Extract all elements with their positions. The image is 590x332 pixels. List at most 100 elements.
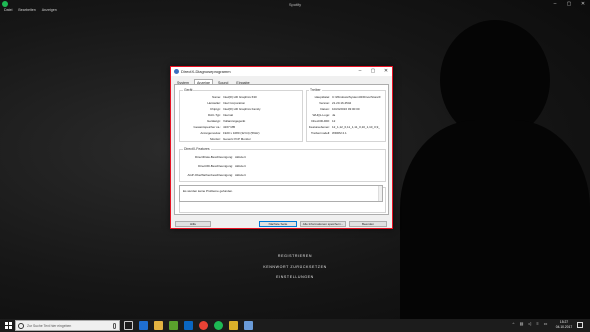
driver-info-value: 12_1,12_0,11_1,11_0,10_1,10_0,9_ bbox=[332, 125, 380, 129]
feature-row: DirectDraw-Beschleunigung: Aktiviert bbox=[177, 155, 246, 159]
file-explorer-icon[interactable] bbox=[154, 321, 163, 330]
menu-item-bearbeiten[interactable]: Bearbeiten bbox=[18, 8, 35, 12]
directx-taskbar-icon[interactable] bbox=[244, 321, 253, 330]
device-info-key: Anzeigemodus: bbox=[200, 131, 221, 135]
device-info-value: Intel(R) HD Graphics Family bbox=[223, 107, 261, 111]
clock-date: 04.10.2017 bbox=[555, 325, 573, 329]
dialog-close-button[interactable]: ✕ bbox=[381, 68, 391, 74]
driver-info-row: Datum: 10/24/2016 03:00:00 bbox=[303, 107, 360, 111]
driver-group-label: Treiber bbox=[309, 88, 322, 92]
dialog-minimize-button[interactable]: – bbox=[355, 68, 365, 74]
device-info-value: Internal bbox=[223, 113, 234, 117]
search-placeholder: Zur Suche Text hier eingeben bbox=[27, 324, 72, 328]
notes-line: Es wurden keine Probleme gefunden. bbox=[183, 189, 234, 193]
driver-info-key: Version: bbox=[319, 101, 330, 105]
taskbar: Zur Suche Text hier eingeben ^ ▤ ◁ ≡ ▭ 1… bbox=[0, 319, 590, 332]
cortana-icon bbox=[18, 323, 24, 329]
device-info-value: Intel Corporation bbox=[223, 101, 246, 105]
notes-textbox[interactable]: Es wurden keine Probleme gefunden. bbox=[179, 185, 383, 202]
driver-info-value: 10/24/2016 03:00:00 bbox=[332, 107, 360, 111]
device-info-row: Hersteller: Intel Corporation bbox=[181, 101, 245, 105]
driver-info-value: WDDM 2.1 bbox=[332, 131, 347, 135]
driver-info-value: 21.20.16.4542 bbox=[332, 101, 352, 105]
save-all-info-button[interactable]: Alle Informationen speichern... bbox=[300, 221, 346, 227]
microphone-icon[interactable] bbox=[113, 323, 116, 329]
notes-scrollbar[interactable] bbox=[378, 186, 382, 201]
exit-button[interactable]: Beenden bbox=[349, 221, 387, 227]
device-info-row: Gerätetyp: Vollanzeigegerät bbox=[181, 119, 245, 123]
device-info-row: Name: Intel(R) HD Graphics 630 bbox=[181, 95, 257, 99]
close-button[interactable]: ✕ bbox=[576, 1, 590, 7]
taskbar-search-box[interactable]: Zur Suche Text hier eingeben bbox=[15, 320, 120, 331]
device-info-row: Anzeigemodus: 1920 x 1080 (32 bit) (59Hz) bbox=[181, 131, 260, 135]
driver-info-key: Hauptdatei: bbox=[314, 95, 330, 99]
driver-info-row: Treibermodell: WDDM 2.1 bbox=[303, 131, 347, 135]
store-icon[interactable] bbox=[169, 321, 178, 330]
notification-center-icon[interactable] bbox=[577, 322, 583, 328]
driver-info-key: WHQL-Logo: bbox=[312, 113, 330, 117]
dialog-maximize-button[interactable]: ▢ bbox=[368, 68, 378, 74]
device-info-row: Monitor: Generic PnP Monitor bbox=[181, 137, 251, 141]
minimize-button[interactable]: – bbox=[548, 1, 562, 7]
feature-row: AGP-Oberflächenbeschleunigung: Aktiviert bbox=[177, 173, 246, 177]
device-info-key: Hersteller: bbox=[207, 101, 221, 105]
keyboard-icon[interactable]: ▭ bbox=[543, 321, 548, 329]
driver-info-key: Featureebenen: bbox=[308, 125, 330, 129]
features-group-label: DirectX-Features bbox=[183, 147, 211, 151]
driver-info-row: Hauptdatei: C:\Windows\System32\DriverSto… bbox=[303, 95, 381, 99]
edge-icon[interactable] bbox=[139, 321, 148, 330]
device-info-row: DAC-Typ: Internal bbox=[181, 113, 233, 117]
menu-item-datei[interactable]: Datei bbox=[4, 8, 12, 12]
menu-item-anzeigen[interactable]: Anzeigen bbox=[42, 8, 57, 12]
feature-key: DirectDraw-Beschleunigung: bbox=[194, 155, 233, 159]
feature-value: Aktiviert bbox=[235, 164, 246, 168]
device-info-value: Generic PnP Monitor bbox=[223, 137, 251, 141]
feature-key: Direct3D-Beschleunigung: bbox=[198, 164, 233, 168]
next-page-button[interactable]: Nächste Seite bbox=[259, 221, 297, 227]
device-info-value: 1920 x 1080 (32 bit) (59Hz) bbox=[223, 131, 260, 135]
app-titlebar: Spotify Datei Bearbeiten Anzeigen – ▢ ✕ bbox=[0, 0, 590, 16]
network-icon[interactable]: ▤ bbox=[519, 321, 524, 329]
device-info-key: Monitor: bbox=[210, 137, 221, 141]
app-taskbar-icon[interactable] bbox=[229, 321, 238, 330]
volume-icon[interactable]: ◁ bbox=[527, 321, 532, 329]
background-figure-body bbox=[400, 120, 590, 332]
device-info-key: DAC-Typ: bbox=[207, 113, 221, 117]
driver-info-row: Direct3D-DDI: 12 bbox=[303, 119, 335, 123]
app-title: Spotify bbox=[288, 2, 302, 7]
device-info-key: Chiptyp: bbox=[209, 107, 221, 111]
mail-icon[interactable] bbox=[184, 321, 193, 330]
feature-key: AGP-Oberflächenbeschleunigung: bbox=[187, 173, 233, 177]
register-link[interactable]: REGISTRIEREN bbox=[0, 254, 590, 258]
driver-info-key: Direct3D-DDI: bbox=[311, 119, 330, 123]
maximize-button[interactable]: ▢ bbox=[562, 1, 576, 7]
device-info-key: Gesamtspeicher ca.: bbox=[193, 125, 221, 129]
settings-link[interactable]: EINSTELLUNGEN bbox=[0, 275, 590, 279]
device-info-value: Intel(R) HD Graphics 630 bbox=[223, 95, 257, 99]
feature-value: Aktiviert bbox=[235, 173, 246, 177]
feature-value: Aktiviert bbox=[235, 155, 246, 159]
driver-info-key: Treibermodell: bbox=[310, 131, 330, 135]
driver-info-row: Version: 21.20.16.4542 bbox=[303, 101, 351, 105]
device-group-label: Gerät bbox=[183, 88, 194, 92]
driver-info-value: Ja bbox=[332, 113, 336, 117]
feature-row: Direct3D-Beschleunigung: Aktiviert bbox=[177, 164, 246, 168]
taskbar-clock[interactable]: 15:27 04.10.2017 bbox=[553, 320, 575, 330]
reset-password-link[interactable]: KENNWORT ZURÜCKSETZEN bbox=[0, 265, 590, 269]
directx-dialog: DirectX-Diagnoseprogramm – ▢ ✕ System An… bbox=[170, 66, 393, 229]
driver-info-key: Datum: bbox=[320, 107, 330, 111]
help-button[interactable]: Hilfe bbox=[175, 221, 211, 227]
chrome-icon[interactable] bbox=[199, 321, 208, 330]
device-info-row: Chiptyp: Intel(R) HD Graphics Family bbox=[181, 107, 261, 111]
dialog-titlebar: DirectX-Diagnoseprogramm – ▢ ✕ bbox=[171, 67, 392, 76]
device-info-row: Gesamtspeicher ca.: 4167 MB bbox=[181, 125, 235, 129]
tray-chevron-icon[interactable]: ^ bbox=[511, 321, 516, 329]
dialog-title: DirectX-Diagnoseprogramm bbox=[181, 69, 231, 74]
windows-start-icon[interactable] bbox=[5, 322, 12, 329]
spotify-taskbar-icon[interactable] bbox=[214, 321, 223, 330]
language-icon[interactable]: ≡ bbox=[535, 321, 540, 329]
device-info-key: Gerätetyp: bbox=[206, 119, 221, 123]
driver-info-value: C:\Windows\System32\DriverStore\F bbox=[332, 95, 381, 99]
directx-icon bbox=[174, 69, 179, 74]
task-view-icon[interactable] bbox=[124, 321, 133, 330]
